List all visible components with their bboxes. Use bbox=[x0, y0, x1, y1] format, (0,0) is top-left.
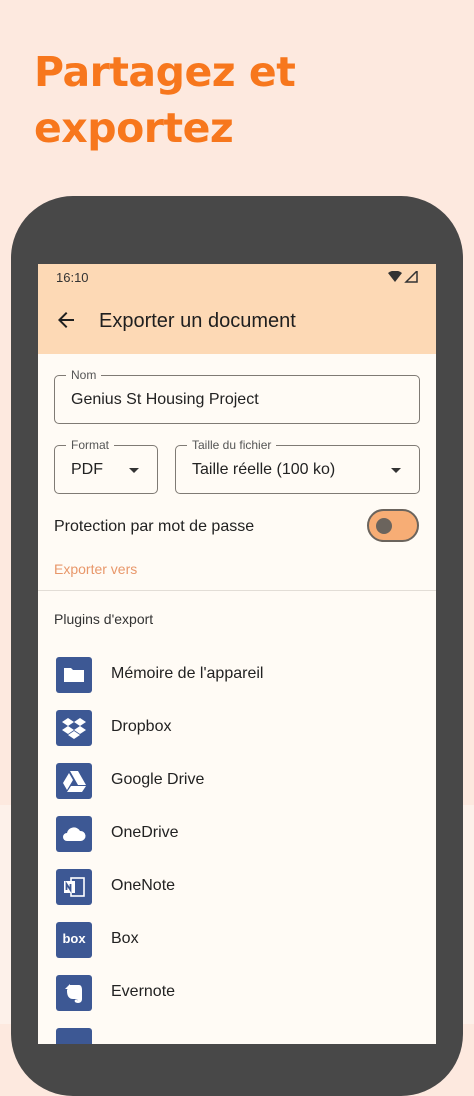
status-icons bbox=[388, 269, 420, 288]
password-protection-toggle[interactable] bbox=[367, 509, 419, 542]
format-select-label: Format bbox=[66, 438, 115, 452]
dropbox-icon bbox=[56, 710, 92, 746]
promo-line-1: Partagez et bbox=[34, 48, 296, 96]
promo-line-2: exportez bbox=[34, 104, 234, 152]
name-field-label: Nom bbox=[66, 368, 102, 382]
plugin-label: Dropbox bbox=[111, 718, 172, 735]
onedrive-icon bbox=[56, 816, 92, 852]
file-size-select-label: Taille du fichier bbox=[187, 438, 277, 452]
plugins-header: Plugins d'export bbox=[54, 611, 154, 627]
evernote-icon bbox=[56, 975, 92, 1011]
back-arrow-icon[interactable] bbox=[54, 308, 78, 332]
plugin-label: Google Drive bbox=[111, 771, 205, 788]
plugin-dropbox[interactable]: Dropbox bbox=[38, 706, 436, 759]
format-select[interactable]: Format PDF bbox=[54, 438, 158, 494]
app-bar: 16:10 Exporter un document bbox=[38, 264, 436, 354]
onenote-icon bbox=[56, 869, 92, 905]
chevron-down-icon bbox=[391, 468, 401, 473]
chevron-down-icon bbox=[129, 468, 139, 473]
google-drive-icon bbox=[56, 763, 92, 799]
plugin-onenote[interactable]: OneNote bbox=[38, 865, 436, 918]
divider bbox=[38, 590, 436, 591]
page-title: Exporter un document bbox=[99, 310, 296, 332]
plugin-label: Evernote bbox=[111, 983, 176, 1000]
toggle-knob bbox=[376, 518, 392, 534]
plugin-label: OneNote bbox=[111, 877, 176, 894]
status-time: 16:10 bbox=[56, 270, 89, 285]
box-icon: box bbox=[56, 922, 92, 958]
password-protection-label: Protection par mot de passe bbox=[54, 518, 255, 535]
format-select-value: PDF bbox=[71, 461, 103, 478]
plugin-label: Mémoire de l'appareil bbox=[111, 665, 264, 682]
box-icon-text: box bbox=[62, 931, 86, 946]
phone-screen: 16:10 Exporter un document Nom Genius St… bbox=[38, 264, 436, 1044]
promo-headline: Partagez et exportez bbox=[34, 44, 296, 156]
plugin-box[interactable]: box Box bbox=[38, 918, 436, 971]
plugin-partial bbox=[38, 1024, 436, 1044]
plugin-label: OneDrive bbox=[111, 824, 179, 841]
name-field-value: Genius St Housing Project bbox=[71, 391, 259, 408]
plugin-google-drive[interactable]: Google Drive bbox=[38, 759, 436, 812]
plugin-device-storage[interactable]: Mémoire de l'appareil bbox=[38, 653, 436, 706]
name-field[interactable]: Nom Genius St Housing Project bbox=[54, 368, 420, 424]
plugin-onedrive[interactable]: OneDrive bbox=[38, 812, 436, 865]
wifi-icon bbox=[388, 270, 402, 282]
file-size-select[interactable]: Taille du fichier Taille réelle (100 ko) bbox=[175, 438, 420, 494]
export-to-header: Exporter vers bbox=[54, 561, 138, 577]
plugin-evernote[interactable]: Evernote bbox=[38, 971, 436, 1024]
signal-icon bbox=[404, 269, 418, 283]
plugin-label: Box bbox=[111, 930, 139, 947]
folder-icon bbox=[56, 657, 92, 693]
file-size-select-value: Taille réelle (100 ko) bbox=[192, 461, 336, 478]
plugin-icon bbox=[56, 1028, 92, 1044]
